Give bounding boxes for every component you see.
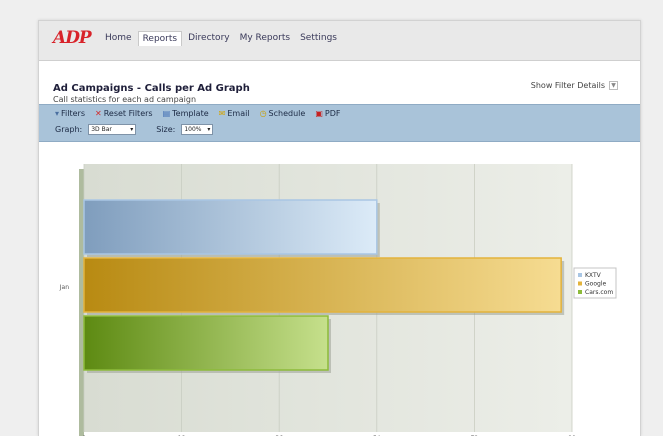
report-window: ADP Home Reports Directory My Reports Settin…: [38, 20, 641, 436]
nav-item-my-reports[interactable]: My Reports: [236, 31, 294, 46]
main-nav: Home Reports Directory My Reports Settings: [101, 31, 341, 46]
page-subtitle: Call statistics for each ad campaign: [53, 95, 197, 104]
toolbar-button-label: PDF: [324, 109, 341, 118]
toolbar-actions: ▾ Filters ✕ Reset Filters ▤ Template ✉ Email ◷ Sc…: [55, 109, 340, 118]
legend-label: Google: [585, 281, 606, 288]
category-label: Jan: [59, 284, 69, 291]
show-filter-details-button[interactable]: Show Filter Details ▼: [531, 81, 618, 90]
nav-item-settings[interactable]: Settings: [296, 31, 341, 46]
bar-kxtv[interactable]: [83, 199, 378, 255]
show-filter-details-label: Show Filter Details: [530, 81, 605, 90]
chart-legend: KXTV GoogleCars.com: [573, 267, 617, 299]
nav-item-directory[interactable]: Directory: [184, 31, 233, 46]
filters-button[interactable]: ▾ Filters: [55, 109, 85, 118]
bar-cars-com[interactable]: [83, 315, 329, 371]
template-button[interactable]: ▤ Template: [163, 109, 209, 118]
size-value: 100%: [184, 126, 202, 133]
email-button[interactable]: ✉ Email: [219, 109, 250, 118]
top-bar: ADP Home Reports Directory My Reports Settin…: [39, 21, 640, 61]
pdf-button[interactable]: ▣ PDF: [315, 109, 340, 118]
size-label: Size:: [156, 125, 176, 134]
nav-item-reports[interactable]: Reports: [137, 31, 183, 46]
calls-per-ad-chart: 01836547290 Jan KXTVGoogleCars.com: [59, 164, 617, 436]
filter-icon: ▾: [55, 108, 60, 118]
toolbar-button-label: Filters: [61, 109, 85, 118]
graph-label: Graph:: [55, 125, 83, 134]
legend-label: KXTV: [585, 272, 602, 279]
legend-swatch: [578, 281, 582, 286]
schedule-button[interactable]: ◷ Schedule: [260, 109, 306, 118]
graph-type-select[interactable]: 3D Bar ▾: [88, 124, 137, 135]
toolbar-button-label: Schedule: [268, 109, 306, 118]
dropdown-arrow-icon: ▾: [130, 126, 134, 133]
report-toolbar: ▾ Filters ✕ Reset Filters ▤ Template ✉ Email ◷ Sc…: [39, 104, 640, 142]
legend-label: Cars.com: [585, 289, 613, 296]
template-icon: ▤: [162, 108, 171, 118]
reset-icon: ✕: [95, 108, 102, 118]
toolbar-button-label: Reset Filters: [103, 109, 153, 118]
legend-swatch: [578, 290, 582, 294]
chevron-down-icon[interactable]: ▼: [609, 81, 618, 90]
adp-logo[interactable]: ADP: [53, 29, 95, 47]
nav-item-home[interactable]: Home: [101, 31, 136, 46]
schedule-icon: ◷: [259, 108, 267, 118]
toolbar-button-label: Email: [227, 109, 250, 118]
email-icon: ✉: [218, 108, 226, 118]
dropdown-arrow-icon: ▾: [207, 126, 211, 133]
page-title: Ad Campaigns - Calls per Ad Graph: [53, 83, 250, 94]
reset-filters-button[interactable]: ✕ Reset Filters: [95, 109, 153, 118]
toolbar-button-label: Template: [172, 109, 209, 118]
bar-google[interactable]: [83, 257, 562, 313]
graph-type-value: 3D Bar: [91, 126, 112, 133]
pdf-icon: ▣: [315, 108, 323, 118]
toolbar-options: Graph: 3D Bar ▾ Size: 100% ▾: [55, 124, 214, 135]
legend-swatch: [578, 273, 582, 277]
size-select[interactable]: 100% ▾: [181, 124, 214, 135]
